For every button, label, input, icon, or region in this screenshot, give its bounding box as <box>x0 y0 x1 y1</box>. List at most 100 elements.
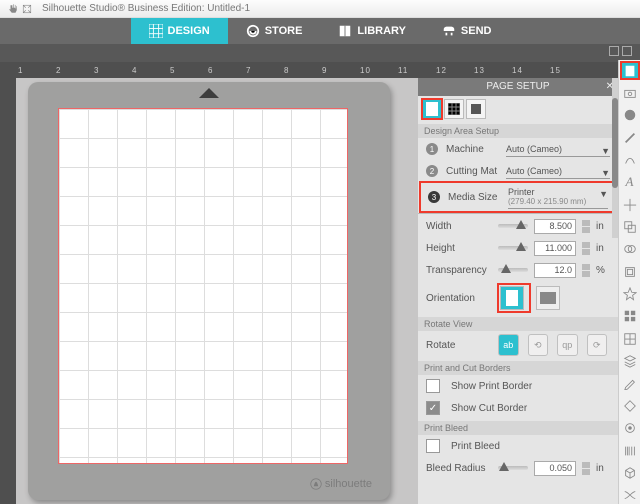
send-icon <box>442 24 456 38</box>
media-size-row[interactable]: 3 Media Size Printer(279.40 x 215.90 mm)… <box>420 182 616 212</box>
barcode-icon <box>623 444 637 458</box>
show-print-border-row[interactable]: Show Print Border <box>418 375 618 397</box>
app-title: Silhouette Studio® Business Edition: Unt… <box>42 3 250 14</box>
tool-warp[interactable] <box>621 487 639 504</box>
tab-library[interactable]: LIBRARY <box>320 18 423 44</box>
fit-icon[interactable] <box>22 4 32 14</box>
tool-page-setup[interactable] <box>621 62 639 79</box>
tool-transform[interactable] <box>621 196 639 213</box>
panel-header: PAGE SETUP ✕ <box>418 78 618 96</box>
hand-tool-icon[interactable] <box>8 4 18 14</box>
line-icon <box>623 131 637 145</box>
ruler-vertical <box>0 78 16 504</box>
bleed-radius-stepper[interactable] <box>582 462 590 475</box>
machine-row[interactable]: 1 Machine Auto (Cameo)▼ <box>418 138 618 160</box>
page-grid <box>59 109 347 463</box>
rotate-90[interactable]: ⟲ <box>528 334 549 356</box>
rotate-row: Rotate ab ⟲ qp ⟳ <box>418 331 618 359</box>
layers-icon <box>623 354 637 368</box>
tool-nesting[interactable] <box>621 308 639 325</box>
height-input[interactable]: 11.000 <box>534 241 576 256</box>
width-slider[interactable] <box>498 224 528 228</box>
star-icon <box>623 287 637 301</box>
show-cut-border-row[interactable]: ✓ Show Cut Border <box>418 397 618 419</box>
cutting-mat[interactable]: silhouette <box>28 82 390 500</box>
grid-icon <box>149 24 163 38</box>
tool-tiling[interactable] <box>621 330 639 347</box>
fill-icon <box>623 108 637 122</box>
transparency-slider[interactable] <box>498 268 528 272</box>
nesting-icon <box>623 309 637 323</box>
rotate-0[interactable]: ab <box>498 334 519 356</box>
toolbar-pager[interactable] <box>609 46 632 56</box>
pencil-icon <box>623 376 637 390</box>
height-slider[interactable] <box>498 246 528 250</box>
landscape-icon <box>540 292 556 304</box>
machine-dropdown[interactable]: Auto (Cameo)▼ <box>506 142 610 157</box>
transparency-stepper[interactable] <box>582 264 590 277</box>
tiling-icon <box>623 332 637 346</box>
tool-text[interactable]: A <box>621 174 639 191</box>
tool-pixscan[interactable] <box>621 84 639 101</box>
tool-fill[interactable] <box>621 107 639 124</box>
orientation-row: Orientation <box>418 281 618 315</box>
tab-store[interactable]: STORE <box>228 18 321 44</box>
replicate-icon <box>623 220 637 234</box>
tab-send[interactable]: SEND <box>424 18 510 44</box>
tool-sketch[interactable] <box>621 375 639 392</box>
section-design-area: Design Area Setup <box>418 124 618 138</box>
bleed-radius-slider[interactable] <box>498 466 528 470</box>
tool-object[interactable] <box>621 464 639 481</box>
panel-tab-grid[interactable] <box>444 99 464 119</box>
arrow-up-icon <box>199 88 219 102</box>
bleed-radius-row: Bleed Radius 0.050 in <box>418 457 618 479</box>
width-input[interactable]: 8.500 <box>534 219 576 234</box>
workspace[interactable]: silhouette <box>0 78 418 504</box>
step-2-badge: 2 <box>426 165 438 177</box>
tool-line[interactable] <box>621 129 639 146</box>
portrait-icon <box>506 290 518 306</box>
chevron-down-icon: ▼ <box>601 168 610 178</box>
show-cut-border-checkbox[interactable]: ✓ <box>426 401 440 415</box>
cutting-mat-row[interactable]: 2 Cutting Mat Auto (Cameo)▼ <box>418 160 618 182</box>
tool-replicate[interactable] <box>621 218 639 235</box>
navbar: DESIGN STORE LIBRARY SEND <box>0 18 640 44</box>
panel-tab-registration[interactable] <box>466 99 486 119</box>
print-bleed-row[interactable]: Print Bleed <box>418 435 618 457</box>
tool-image-effects[interactable] <box>621 285 639 302</box>
transparency-input[interactable]: 12.0 <box>534 263 576 278</box>
orientation-landscape[interactable] <box>536 286 560 310</box>
width-stepper[interactable] <box>582 220 590 233</box>
rotate-270[interactable]: ⟳ <box>587 334 608 356</box>
tool-barcode[interactable] <box>621 442 639 459</box>
page-setup-icon <box>623 64 637 78</box>
orientation-portrait[interactable] <box>500 286 524 310</box>
media-size-dropdown[interactable]: Printer(279.40 x 215.90 mm)▼ <box>508 185 608 209</box>
tab-design[interactable]: DESIGN <box>131 18 228 44</box>
mat-logo: silhouette <box>310 478 372 490</box>
warp-icon <box>623 488 637 502</box>
trace-icon <box>623 153 637 167</box>
tool-rhinestone[interactable] <box>621 397 639 414</box>
height-stepper[interactable] <box>582 242 590 255</box>
design-page[interactable] <box>58 108 348 464</box>
cube-icon <box>623 466 637 480</box>
rotate-180[interactable]: qp <box>557 334 578 356</box>
tool-trace[interactable] <box>621 151 639 168</box>
print-bleed-checkbox[interactable] <box>426 439 440 453</box>
tool-emboss[interactable] <box>621 420 639 437</box>
cutting-mat-dropdown[interactable]: Auto (Cameo)▼ <box>506 164 610 179</box>
tool-modify[interactable] <box>621 241 639 258</box>
show-print-border-checkbox[interactable] <box>426 379 440 393</box>
bleed-radius-input[interactable]: 0.050 <box>534 461 576 476</box>
panel-tab-page[interactable] <box>422 99 442 119</box>
grid-small-icon <box>448 103 460 115</box>
chevron-down-icon: ▼ <box>601 146 610 156</box>
emboss-icon <box>623 421 637 435</box>
section-rotate-view: Rotate View <box>418 317 618 331</box>
tool-offset[interactable] <box>621 263 639 280</box>
chevron-down-icon: ▼ <box>599 189 608 199</box>
tool-layers[interactable] <box>621 352 639 369</box>
offset-icon <box>623 265 637 279</box>
reg-icon <box>470 103 482 115</box>
